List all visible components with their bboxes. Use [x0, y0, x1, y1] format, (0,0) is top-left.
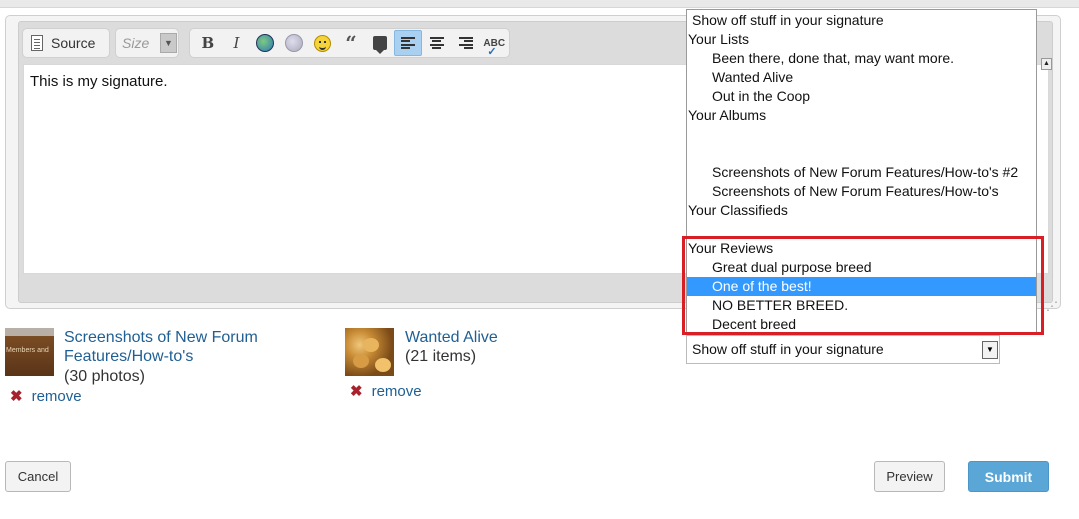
select-value: Show off stuff in your signature	[692, 341, 884, 357]
smiley-button[interactable]	[309, 30, 337, 56]
format-toolbar: B I “ ABC	[189, 28, 510, 58]
link-globe-icon	[256, 34, 275, 52]
chevron-down-icon[interactable]: ▼	[160, 33, 177, 53]
italic-button[interactable]: I	[223, 30, 251, 56]
dropdown-group: Your Lists	[688, 31, 749, 47]
dropdown-group: Your Reviews	[688, 240, 774, 256]
submit-button[interactable]: Submit	[968, 461, 1049, 492]
dropdown-option[interactable]: Screenshots of New Forum Features/How-to…	[687, 163, 1036, 182]
dropdown-group: Your Classifieds	[688, 202, 788, 218]
align-right-button[interactable]	[452, 30, 480, 56]
bold-button[interactable]: B	[194, 30, 222, 56]
cancel-button[interactable]: Cancel	[5, 461, 71, 492]
dropdown-option-selected[interactable]: One of the best!	[687, 277, 1036, 296]
smiley-icon	[313, 34, 331, 52]
align-center-button[interactable]	[423, 30, 451, 56]
dropdown-option[interactable]: Been there, done that, may want more.	[687, 49, 1036, 68]
preview-button[interactable]: Preview	[874, 461, 945, 492]
album-title-line: Screenshots of New Forum	[64, 329, 258, 346]
source-button[interactable]: Source	[22, 28, 110, 58]
dropdown-group: Your Albums	[688, 107, 767, 123]
album-thumbnail[interactable]: Members and	[5, 328, 54, 376]
dropdown-option[interactable]: Out in the Coop	[687, 87, 1036, 106]
unlink-globe-icon	[284, 34, 303, 52]
remove-x-icon: ✖	[350, 383, 363, 400]
size-label: Size	[122, 35, 150, 51]
align-left-button[interactable]	[394, 30, 423, 56]
signature-text: This is my signature.	[30, 73, 168, 90]
bold-icon: B	[201, 34, 215, 52]
font-size-select[interactable]: Size ▼	[115, 28, 179, 58]
top-bar	[0, 0, 1079, 8]
insert-link-button[interactable]	[251, 30, 279, 56]
chevron-down-icon[interactable]: ▼	[982, 341, 998, 359]
list-title-link[interactable]: Wanted Alive	[405, 328, 498, 347]
dropdown-header[interactable]: Show off stuff in your signature	[687, 11, 1036, 30]
list-thumbnail[interactable]	[345, 328, 394, 376]
album-title-line: Features/How-to's	[64, 348, 194, 365]
remove-label: remove	[31, 387, 82, 405]
align-center-icon	[429, 37, 444, 49]
spellcheck-icon: ABC	[483, 38, 505, 58]
document-icon	[31, 35, 43, 51]
align-right-icon	[458, 37, 473, 49]
quote-icon: “	[345, 31, 357, 55]
dropdown-option[interactable]: Screenshots of New Forum Features/How-to…	[687, 182, 1036, 201]
source-label: Source	[51, 35, 96, 51]
spellcheck-button[interactable]: ABC	[480, 30, 508, 58]
remove-album-link[interactable]: ✖ remove	[10, 387, 82, 406]
remove-link-button[interactable]	[280, 30, 308, 56]
scroll-up-button[interactable]: ▲	[1041, 58, 1052, 70]
album-title-link[interactable]: Screenshots of New Forum Features/How-to…	[64, 328, 258, 366]
album-count: (30 photos)	[64, 368, 145, 385]
italic-icon: I	[233, 34, 240, 52]
resize-grip-icon[interactable]: ⋰	[1046, 299, 1058, 313]
signature-dropdown-list: Show off stuff in your signature Your Li…	[686, 9, 1037, 333]
spoiler-button[interactable]	[366, 30, 394, 56]
dropdown-option[interactable]: Decent breed	[687, 315, 1036, 332]
list-count: (21 items)	[405, 348, 477, 365]
remove-list-link[interactable]: ✖ remove	[350, 382, 422, 401]
speech-bubble-icon	[372, 36, 387, 54]
signature-select[interactable]: Show off stuff in your signature ▼	[686, 335, 1000, 364]
align-left-icon	[401, 37, 416, 49]
thumbnail-caption: Members and	[6, 347, 49, 354]
quote-button[interactable]: “	[337, 30, 365, 56]
dropdown-option[interactable]: Wanted Alive	[687, 68, 1036, 87]
remove-x-icon: ✖	[10, 388, 23, 405]
remove-label: remove	[371, 382, 422, 400]
dropdown-option[interactable]: NO BETTER BREED.	[687, 296, 1036, 315]
dropdown-option[interactable]: Great dual purpose breed	[687, 258, 1036, 277]
